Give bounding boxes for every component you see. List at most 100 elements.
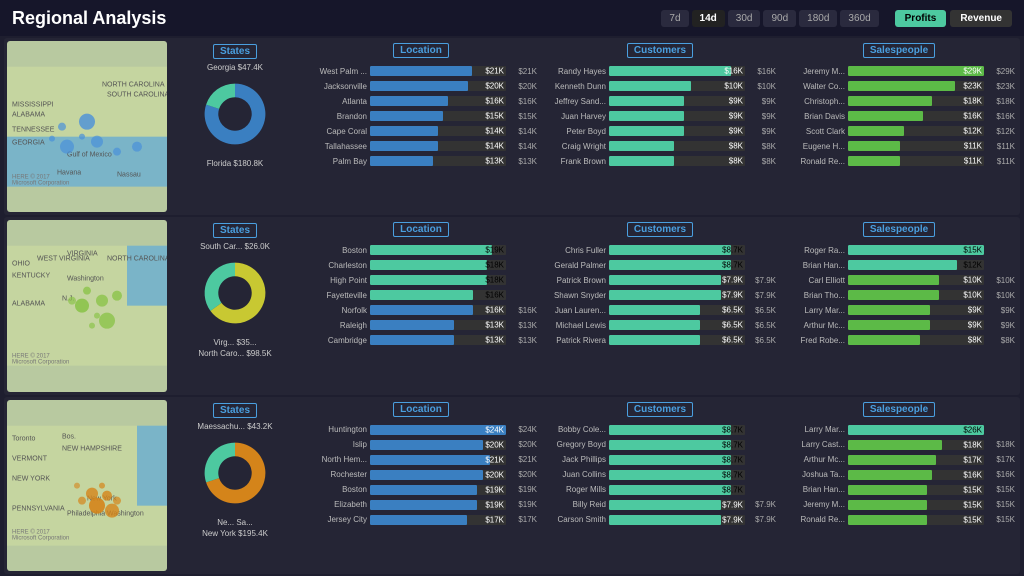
svg-text:Toronto: Toronto [12, 435, 35, 442]
bar-value-inline: $8.7K [722, 425, 743, 434]
bar-label: Fred Robe... [783, 336, 845, 345]
svg-text:HERE © 2017: HERE © 2017 [12, 353, 50, 360]
bar-label: Gregory Boyd [544, 440, 606, 449]
bar-track: $7.9K [609, 290, 745, 300]
bar-ext-value: $20K [509, 82, 537, 91]
bar-ext-value: $6.5K [748, 336, 776, 345]
bar-row: Jack Phillips$8.7K [544, 453, 776, 467]
time-btn-30d[interactable]: 30d [728, 10, 761, 27]
bar-label: Cambridge [305, 336, 367, 345]
bar-value-inline: $16K [963, 112, 982, 121]
bar-ext-value: $17K [987, 455, 1015, 464]
bar-row: Cambridge$13K$13K [305, 333, 537, 347]
bar-ext-value: $12K [987, 127, 1015, 136]
bar-label: Roger Ra... [783, 246, 845, 255]
bar-label: Jeremy M... [783, 500, 845, 509]
bar-label: Joshua Ta... [783, 470, 845, 479]
bar-track: $6.5K [609, 305, 745, 315]
bar-track: $7.9K [609, 275, 745, 285]
bar-value-inline: $8.7K [722, 261, 743, 270]
bar-track: $9K [609, 96, 745, 106]
bar-row: Fayetteville$16K [305, 288, 537, 302]
bar-row: Cape Coral$14K$14K [305, 124, 537, 138]
bar-fill: $18K [370, 275, 487, 285]
bar-ext-value: $9K [748, 97, 776, 106]
bar-label: Craig Wright [544, 142, 606, 151]
bar-fill: $19K [370, 485, 477, 495]
bar-row: Patrick Brown$7.9K$7.9K [544, 273, 776, 287]
bar-ext-value: $11K [987, 142, 1015, 151]
bar-row: Shawn Snyder$7.9K$7.9K [544, 288, 776, 302]
map-row3: Toronto VERMONT NEW HAMPSHIRE Bos. NEW Y… [7, 400, 167, 571]
bar-fill: $8.7K [609, 260, 731, 270]
bar-row: Ronald Re...$11K$11K [783, 154, 1015, 168]
bar-track: $8.7K [609, 260, 745, 270]
bar-value-inline: $13K [485, 336, 504, 345]
time-btn-360d[interactable]: 360d [840, 10, 878, 27]
bar-row: Juan Harvey$9K$9K [544, 109, 776, 123]
bar-track: $16K [848, 111, 984, 121]
svg-text:KENTUCKY: KENTUCKY [12, 273, 50, 280]
bar-track: $18K [848, 440, 984, 450]
bar-track: $8K [609, 156, 745, 166]
bar-row: High Point$18K [305, 273, 537, 287]
bar-value-inline: $21K [485, 455, 504, 464]
state-label: North Caro... $98.5K [198, 349, 271, 358]
bar-fill: $6.5K [609, 305, 700, 315]
bar-label: Jeffrey Sand... [544, 97, 606, 106]
profits-button[interactable]: Profits [895, 10, 947, 27]
bar-track: $21K [370, 66, 506, 76]
bar-label: Rochester [305, 470, 367, 479]
bar-track: $15K [848, 245, 984, 255]
time-btn-7d[interactable]: 7d [661, 10, 688, 27]
time-btn-14d[interactable]: 14d [692, 10, 725, 27]
bar-row: Carson Smith$7.9K$7.9K [544, 513, 776, 527]
bar-fill: $24K [370, 425, 506, 435]
time-btn-90d[interactable]: 90d [763, 10, 796, 27]
bar-label: Gerald Palmer [544, 261, 606, 270]
section-header-location: Location [393, 402, 449, 417]
bar-fill: $11K [848, 141, 900, 151]
bar-track: $8.7K [609, 245, 745, 255]
time-btn-180d[interactable]: 180d [799, 10, 837, 27]
map-row1: TENNESSEE GEORGIA Gulf of Mexico ALABAMA… [7, 41, 167, 212]
bar-track: $17K [848, 455, 984, 465]
page-title: Regional Analysis [12, 8, 166, 29]
map-row2: OHIO KENTUCKY WEST VIRGINIA VIRGINIA Was… [7, 220, 167, 391]
bar-label: Billy Reid [544, 500, 606, 509]
bar-label: Brian Tho... [783, 291, 845, 300]
bar-row: Roger Ra...$15K [783, 243, 1015, 257]
svg-text:NORTH CAROLINA: NORTH CAROLINA [107, 256, 167, 263]
bar-row: Scott Clark$12K$12K [783, 124, 1015, 138]
bar-row: Christoph...$18K$18K [783, 94, 1015, 108]
bar-label: Huntington [305, 425, 367, 434]
bar-value-inline: $15K [963, 485, 982, 494]
bar-value-inline: $13K [485, 157, 504, 166]
bar-label: Brian Han... [783, 485, 845, 494]
bar-row: Craig Wright$8K$8K [544, 139, 776, 153]
bar-label: Ronald Re... [783, 515, 845, 524]
svg-text:Microsoft Corporation: Microsoft Corporation [12, 535, 69, 541]
bar-label: High Point [305, 276, 367, 285]
bar-row: Roger Mills$8.7K [544, 483, 776, 497]
bar-ext-value: $18K [987, 97, 1015, 106]
bar-label: Arthur Mc... [783, 455, 845, 464]
bar-fill: $6.5K [609, 320, 700, 330]
bar-fill: $13K [370, 156, 433, 166]
bar-value-inline: $10K [963, 276, 982, 285]
bar-value-inline: $18K [485, 276, 504, 285]
bar-label: Islip [305, 440, 367, 449]
bar-ext-value: $16K [748, 67, 776, 76]
section-header-customers: Customers [627, 43, 693, 58]
svg-text:NEW YORK: NEW YORK [12, 475, 50, 482]
revenue-button[interactable]: Revenue [950, 10, 1012, 27]
section-header-salespeople: Salespeople [863, 402, 935, 417]
bar-row: Islip$20K$20K [305, 438, 537, 452]
svg-text:ALABAMA: ALABAMA [12, 112, 45, 119]
bar-track: $23K [848, 81, 984, 91]
bar-value-inline: $29K [963, 67, 982, 76]
bar-track: $9K [848, 320, 984, 330]
bar-fill: $16K [370, 290, 473, 300]
bar-fill: $15K [848, 485, 927, 495]
bar-fill: $8K [609, 156, 674, 166]
